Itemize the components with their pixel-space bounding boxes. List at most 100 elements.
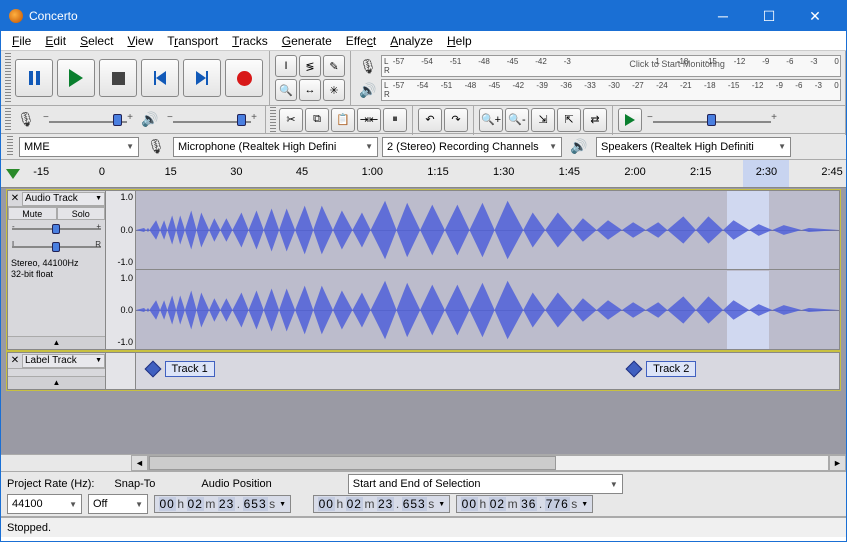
selection-start-box[interactable]: 00h02m23.653s▼	[313, 495, 450, 513]
silence-button[interactable]: ⏸	[383, 108, 407, 132]
mute-button[interactable]: Mute	[8, 207, 57, 220]
waveform-right[interactable]	[136, 271, 839, 350]
play-at-speed-button[interactable]	[618, 108, 642, 132]
pan-slider[interactable]: LR	[12, 240, 101, 254]
waveform-left[interactable]	[136, 191, 839, 270]
vertical-scale[interactable]: 1.0 0.0 -1.0 1.0 0.0 -1.0	[106, 191, 136, 349]
menu-edit[interactable]: Edit	[38, 32, 73, 50]
label-marker[interactable]: Track 1	[147, 361, 215, 377]
redo-button[interactable]: ↷	[444, 108, 468, 132]
playback-device-combo[interactable]: Speakers (Realtek High Definiti▼	[596, 137, 791, 157]
grip-icon[interactable]	[5, 53, 11, 103]
menu-analyze[interactable]: Analyze	[383, 32, 440, 50]
cut-button[interactable]: ✂	[279, 108, 303, 132]
label-area[interactable]: Track 1 Track 2	[136, 353, 839, 389]
project-rate-combo[interactable]: 44100▼	[7, 494, 82, 514]
scroll-right-button[interactable]: ►	[829, 455, 846, 471]
label-handle-icon[interactable]	[626, 361, 643, 378]
menu-file[interactable]: File	[5, 32, 38, 50]
maximize-button[interactable]: ☐	[746, 1, 792, 31]
fit-project-button[interactable]: ⇱	[557, 108, 581, 132]
menu-select[interactable]: Select	[73, 32, 120, 50]
grip-icon[interactable]	[7, 136, 13, 156]
trim-button[interactable]: ⇥⇤	[357, 108, 381, 132]
envelope-tool[interactable]: ≶	[299, 55, 321, 77]
waveform-area[interactable]	[136, 191, 839, 349]
track-close-button[interactable]: ✕	[8, 193, 22, 204]
menu-generate[interactable]: Generate	[275, 32, 339, 50]
close-button[interactable]: ✕	[792, 1, 838, 31]
solo-button[interactable]: Solo	[57, 207, 106, 220]
draw-tool[interactable]: ✎	[323, 55, 345, 77]
record-icon	[237, 71, 252, 86]
menu-effect[interactable]: Effect	[339, 32, 383, 50]
envelope-icon: ≶	[305, 60, 314, 73]
multi-tool[interactable]: ✳	[323, 79, 345, 101]
zoom-icon: 🔍	[279, 84, 293, 97]
menu-tracks[interactable]: Tracks	[225, 32, 275, 50]
grip-icon[interactable]	[5, 108, 11, 132]
stop-button[interactable]	[99, 59, 137, 97]
pinned-playhead-icon[interactable]	[6, 169, 20, 179]
zoom-toggle-button[interactable]: ⇄	[583, 108, 607, 132]
menu-view[interactable]: View	[120, 32, 160, 50]
skip-start-button[interactable]	[141, 59, 179, 97]
record-button[interactable]	[225, 59, 263, 97]
label-track[interactable]: ✕ Label Track▼ ▲ Track 1 Track 2	[7, 352, 840, 390]
zoom-tool[interactable]: 🔍	[275, 79, 297, 101]
grip-icon[interactable]	[270, 107, 276, 133]
paste-button[interactable]: 📋	[331, 108, 355, 132]
track-collapse-button[interactable]: ▲	[8, 336, 105, 349]
toolbar-top: I ≶ ✎ 🔍 ↔ ✳ 🎙 LR -57-54-51-48-45-42-31-1…	[1, 51, 846, 106]
gain-slider[interactable]: -+	[12, 222, 101, 236]
minimize-button[interactable]: ─	[700, 1, 746, 31]
play-meter-speaker-icon[interactable]: 🔊	[356, 78, 380, 102]
fit-selection-button[interactable]: ⇲	[531, 108, 555, 132]
playback-speed-slider[interactable]: −+	[647, 112, 777, 128]
pause-icon	[29, 71, 40, 85]
recording-meter[interactable]: LR -57-54-51-48-45-42-31-18-15-12-9-6-30…	[381, 55, 841, 77]
playback-meter[interactable]: LR -57-54-51-48-45-42-39-36-33-30-27-24-…	[381, 79, 841, 101]
menu-help[interactable]: Help	[440, 32, 479, 50]
selection-tool[interactable]: I	[275, 55, 297, 77]
label-marker[interactable]: Track 2	[628, 361, 696, 377]
skip-end-button[interactable]	[183, 59, 221, 97]
ruler-tick: 30	[230, 166, 242, 178]
track-menu-button[interactable]: Label Track▼	[22, 354, 105, 368]
menu-transport[interactable]: Transport	[160, 32, 225, 50]
recording-volume-slider[interactable]: −+	[43, 112, 133, 128]
track-collapse-button[interactable]: ▲	[8, 376, 105, 389]
silence-icon: ⏸	[392, 113, 398, 126]
playback-volume-slider[interactable]: −+	[167, 112, 257, 128]
selection-mode-combo[interactable]: Start and End of Selection▼	[348, 474, 623, 494]
timeshift-tool[interactable]: ↔	[299, 79, 321, 101]
pause-button[interactable]	[15, 59, 53, 97]
track-close-button[interactable]: ✕	[8, 355, 22, 366]
snap-to-combo[interactable]: Off▼	[88, 494, 148, 514]
play-button[interactable]	[57, 59, 95, 97]
undo-toolbar: ↶ ↷	[413, 105, 474, 135]
label-handle-icon[interactable]	[144, 361, 161, 378]
zoom-out-button[interactable]: 🔍-	[505, 108, 529, 132]
track-menu-button[interactable]: Audio Track▼	[22, 192, 105, 206]
scroll-trough[interactable]	[148, 455, 829, 471]
scroll-left-button[interactable]: ◄	[131, 455, 148, 471]
ruler-tick: 15	[165, 166, 177, 178]
audio-host-combo[interactable]: MME▼	[19, 137, 139, 157]
zoom-in-button[interactable]: 🔍+	[479, 108, 503, 132]
audio-position-box[interactable]: 00h02m23.653s▼	[154, 495, 291, 513]
undo-button[interactable]: ↶	[418, 108, 442, 132]
copy-button[interactable]: ⧉	[305, 108, 329, 132]
label-text[interactable]: Track 1	[165, 361, 215, 377]
horizontal-scrollbar[interactable]: ◄ ►	[1, 454, 846, 472]
rec-meter-mic-icon[interactable]: 🎙	[356, 54, 380, 78]
scroll-thumb[interactable]	[149, 456, 556, 470]
fit-selection-icon: ⇲	[538, 113, 547, 126]
timeline-ruler[interactable]: -1501530451:001:151:301:452:002:152:302:…	[1, 160, 846, 188]
selection-end-box[interactable]: 00h02m36.776s▼	[456, 495, 593, 513]
play-icon	[625, 114, 635, 126]
audio-track[interactable]: ✕ Audio Track▼ Mute Solo -+ LR Stereo, 4…	[7, 190, 840, 350]
recording-device-combo[interactable]: Microphone (Realtek High Defini▼	[173, 137, 378, 157]
label-text[interactable]: Track 2	[646, 361, 696, 377]
recording-channels-combo[interactable]: 2 (Stereo) Recording Channels▼	[382, 137, 562, 157]
